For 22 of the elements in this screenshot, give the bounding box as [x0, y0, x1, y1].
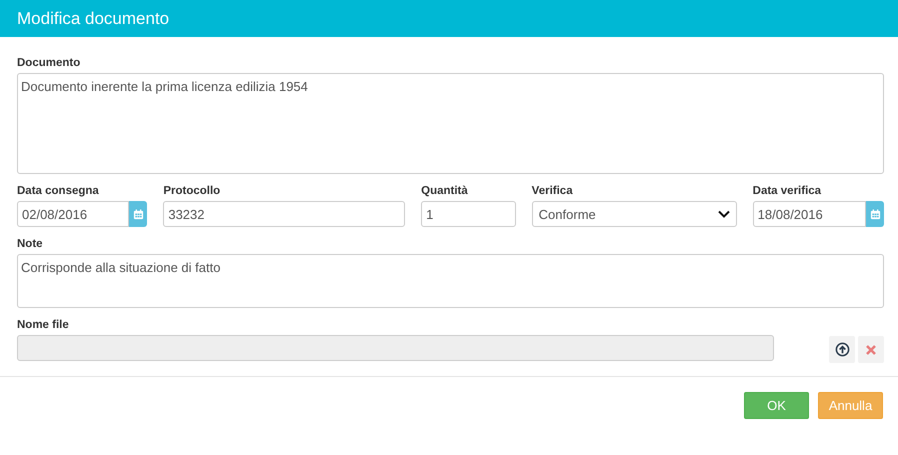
field-label: Nome file: [17, 318, 70, 332]
date-field[interactable]: 02/08/2016: [17, 201, 130, 227]
calendar-icon[interactable]: [129, 201, 148, 227]
field-label: Protocollo: [163, 184, 222, 198]
date-field[interactable]: 18/08/2016: [752, 201, 866, 227]
field-label: Data consegna: [17, 184, 100, 198]
calendar-icon[interactable]: [866, 201, 884, 227]
input-field[interactable]: 1: [421, 201, 516, 227]
input-field[interactable]: 33232: [163, 201, 406, 227]
close-icon: [865, 344, 877, 356]
field-label: Verifica: [532, 184, 574, 198]
field-label: Data verifica: [752, 184, 822, 198]
text-area[interactable]: Corrisponde alla situazione di fatto: [17, 254, 884, 308]
field-label: Note: [17, 237, 44, 251]
select-field[interactable]: Conforme: [532, 201, 737, 227]
field-label: Documento: [17, 56, 82, 70]
upload-icon: [834, 342, 850, 357]
chevron-down-icon: [718, 210, 730, 218]
dialog-title: Modifica documento: [17, 8, 170, 28]
upload-button[interactable]: [829, 336, 855, 363]
text-area[interactable]: Documento inerente la prima licenza edilizia 1954: [17, 73, 884, 174]
field-label: Quantità: [421, 184, 469, 198]
